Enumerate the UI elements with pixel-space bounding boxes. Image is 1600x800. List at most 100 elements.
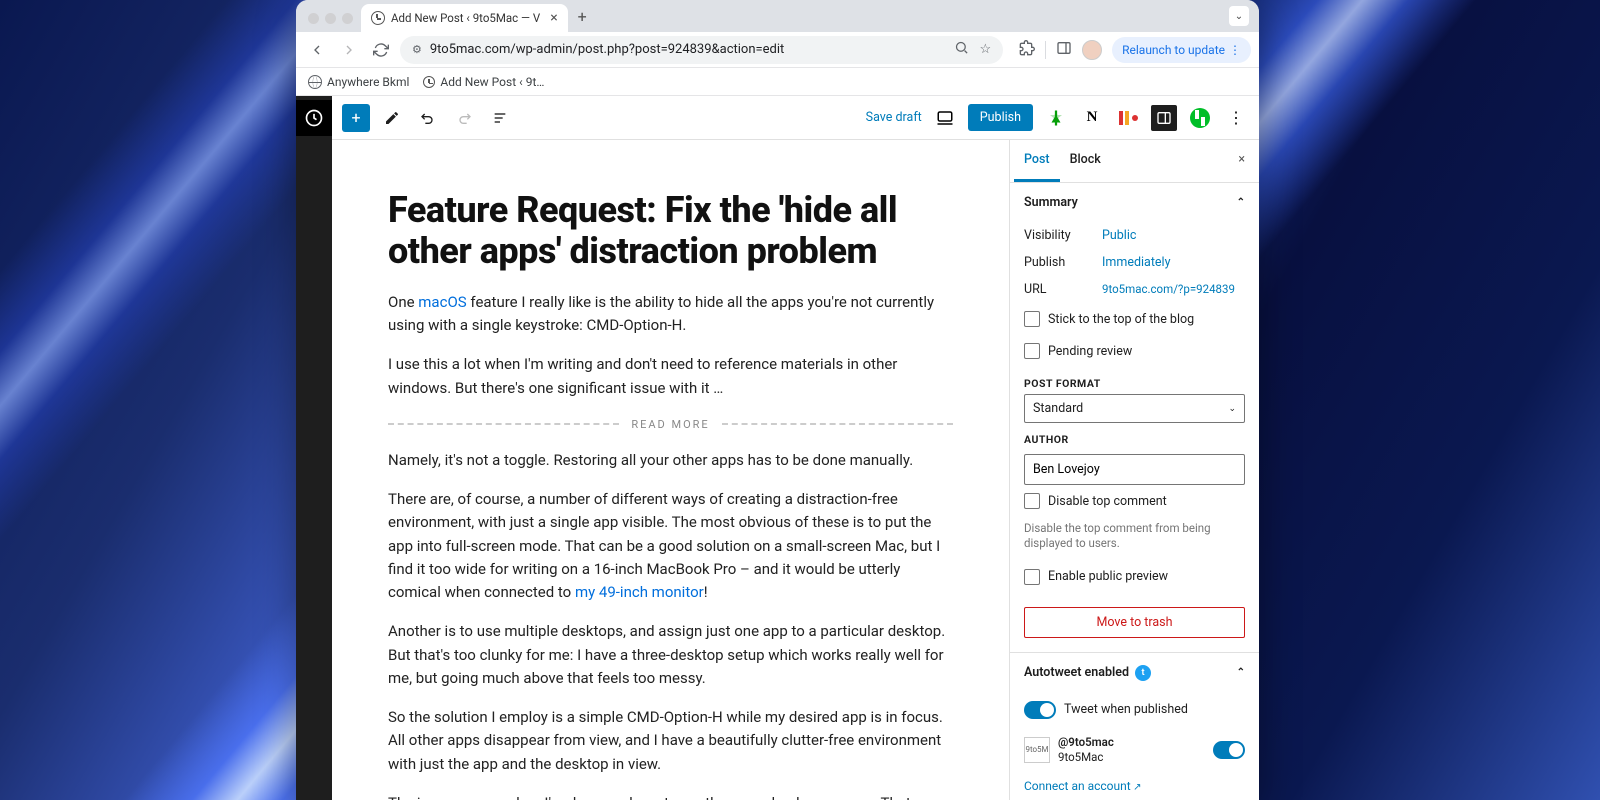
settings-sidebar: Post Block × Summary ⌃ Visibility Publi <box>1009 140 1259 800</box>
bookmark-anywhere[interactable]: Anywhere Bkml <box>308 75 409 89</box>
window-controls <box>304 13 361 32</box>
relaunch-label: Relaunch to update <box>1122 43 1225 57</box>
read-more-label: READ MORE <box>631 418 709 431</box>
options-menu[interactable]: ⋮ <box>1223 105 1249 131</box>
post-format-select[interactable]: Standard ⌄ <box>1024 394 1245 423</box>
publish-button[interactable]: Publish <box>968 104 1033 131</box>
move-to-trash-button[interactable]: Move to trash <box>1024 607 1245 638</box>
tab-title: Add New Post ‹ 9to5Mac — V <box>391 11 540 25</box>
reload-button[interactable] <box>368 37 394 63</box>
bookmark-addnew[interactable]: Add New Post ‹ 9t… <box>423 75 544 89</box>
relaunch-button[interactable]: Relaunch to update ⋮ <box>1112 37 1251 63</box>
tools-button[interactable] <box>378 104 406 132</box>
panel-summary: Summary ⌃ Visibility Public Publish Imme… <box>1010 183 1259 653</box>
visibility-value[interactable]: Public <box>1102 228 1136 243</box>
panel-autotweet-head[interactable]: Autotweet enabled t ⌃ <box>1010 653 1259 693</box>
row-url: URL 9to5mac.com/?p=924839 <box>1024 276 1245 303</box>
chevron-down-icon: ⌄ <box>1228 404 1236 414</box>
profile-avatar[interactable] <box>1082 40 1102 60</box>
twitter-icon: t <box>1135 665 1151 681</box>
side-panel-icon[interactable] <box>1056 40 1072 60</box>
admin-dashboard-icon[interactable] <box>296 100 332 136</box>
yoast-icon[interactable] <box>1115 105 1141 131</box>
document-outline-button[interactable] <box>486 104 514 132</box>
separator <box>1045 41 1046 59</box>
editor-toolbar: + Save draft Publish N ⋮ <box>332 96 1259 140</box>
admin-rail <box>296 96 332 800</box>
account-toggle[interactable] <box>1213 741 1245 759</box>
row-publish: Publish Immediately <box>1024 249 1245 276</box>
extensions-icon[interactable] <box>1019 40 1035 60</box>
row-stick: Stick to the top of the blog <box>1024 303 1245 335</box>
site-info-icon[interactable]: ⚙ <box>412 43 422 56</box>
paragraph[interactable]: There are, of course, a number of differ… <box>388 488 953 604</box>
wordpress-app: + Save draft Publish N ⋮ <box>296 96 1259 800</box>
disable-top-help: Disable the top comment from being displ… <box>1024 521 1245 551</box>
chevron-up-icon: ⌃ <box>1237 197 1245 208</box>
imagify-icon[interactable] <box>1043 105 1069 131</box>
row-disable-top: Disable top comment <box>1024 485 1245 517</box>
paragraph[interactable]: One macOS feature I really like is the a… <box>388 291 953 338</box>
editor-body: Feature Request: Fix the 'hide all other… <box>332 140 1259 800</box>
new-tab-button[interactable]: + <box>568 7 597 32</box>
paragraph[interactable]: Namely, it's not a toggle. Restoring all… <box>388 449 953 472</box>
redo-button[interactable] <box>450 104 478 132</box>
author-input[interactable] <box>1024 454 1245 485</box>
forward-button[interactable] <box>336 37 362 63</box>
back-button[interactable] <box>304 37 330 63</box>
tab-post[interactable]: Post <box>1014 140 1060 182</box>
twitter-account-row: 9to5M @9to5mac 9to5Mac <box>1024 727 1245 773</box>
jetpack-icon[interactable] <box>1187 105 1213 131</box>
disable-top-checkbox[interactable] <box>1024 493 1040 509</box>
omnibox[interactable]: ⚙ 9to5mac.com/wp-admin/post.php?post=924… <box>400 36 1003 64</box>
account-text: @9to5mac 9to5Mac <box>1058 735 1205 765</box>
chevron-up-icon: ⌃ <box>1237 667 1245 678</box>
tab-bar: Add New Post ‹ 9to5Mac — V × + ⌄ <box>296 0 1259 32</box>
sidebar-tabs: Post Block × <box>1010 140 1259 183</box>
search-icon[interactable] <box>954 40 969 59</box>
close-tab-icon[interactable]: × <box>550 10 557 26</box>
close-window-icon[interactable] <box>308 13 319 24</box>
panel-summary-head[interactable]: Summary ⌃ <box>1010 183 1259 222</box>
connect-account-link[interactable]: Connect an account <box>1024 779 1142 793</box>
public-preview-checkbox[interactable] <box>1024 569 1040 585</box>
paragraph[interactable]: I use this a lot when I'm writing and do… <box>388 353 953 400</box>
block-inserter-button[interactable]: + <box>342 104 370 132</box>
settings-sidebar-toggle[interactable] <box>1151 105 1177 131</box>
bookmark-star-icon[interactable]: ☆ <box>979 42 991 57</box>
clock-favicon-icon <box>423 76 435 88</box>
row-visibility: Visibility Public <box>1024 222 1245 249</box>
paragraph[interactable]: The issue comes when I'm done, and want … <box>388 792 953 800</box>
save-draft-button[interactable]: Save draft <box>866 110 922 125</box>
author-heading: AUTHOR <box>1024 433 1245 446</box>
tab-block[interactable]: Block <box>1060 140 1111 182</box>
apple-news-icon[interactable]: N <box>1079 105 1105 131</box>
read-more-block[interactable]: READ MORE <box>388 418 953 431</box>
post-title[interactable]: Feature Request: Fix the 'hide all other… <box>388 190 953 273</box>
pending-checkbox[interactable] <box>1024 343 1040 359</box>
omnibox-actions: ☆ <box>954 40 991 59</box>
close-sidebar-icon[interactable]: × <box>1228 140 1255 182</box>
tweet-when-toggle[interactable] <box>1024 701 1056 719</box>
dash-line <box>722 423 953 425</box>
browser-toolbar-icons: Relaunch to update ⋮ <box>1009 37 1251 63</box>
paragraph[interactable]: So the solution I employ is a simple CMD… <box>388 706 953 776</box>
paragraph[interactable]: Another is to use multiple desktops, and… <box>388 620 953 690</box>
panel-autotweet: Autotweet enabled t ⌃ Tweet when publish… <box>1010 653 1259 800</box>
stick-checkbox[interactable] <box>1024 311 1040 327</box>
zoom-window-icon[interactable] <box>342 13 353 24</box>
row-public-preview: Enable public preview <box>1024 561 1245 593</box>
browser-tab[interactable]: Add New Post ‹ 9to5Mac — V × <box>361 4 568 32</box>
minimize-window-icon[interactable] <box>325 13 336 24</box>
preview-button[interactable] <box>932 105 958 131</box>
url-value[interactable]: 9to5mac.com/?p=924839 <box>1102 282 1235 297</box>
globe-icon <box>308 75 322 89</box>
post-editor[interactable]: Feature Request: Fix the 'hide all other… <box>332 140 1009 800</box>
monitor-link[interactable]: my 49-inch monitor <box>575 583 704 601</box>
undo-button[interactable] <box>414 104 442 132</box>
publish-value[interactable]: Immediately <box>1102 255 1171 270</box>
macos-link[interactable]: macOS <box>418 293 466 311</box>
account-avatar: 9to5M <box>1024 737 1050 763</box>
tab-list-dropdown[interactable]: ⌄ <box>1229 6 1249 26</box>
more-icon: ⋮ <box>1229 43 1241 57</box>
